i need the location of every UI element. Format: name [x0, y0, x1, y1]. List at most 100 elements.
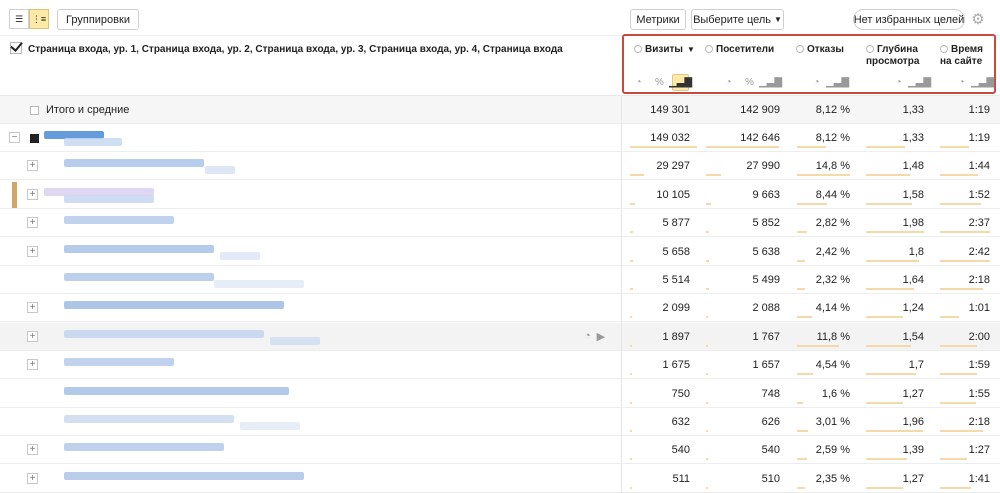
table-row[interactable]: +10 105 9 663 8,44 % 1,58 1:52: [0, 181, 1000, 209]
bar-depth: [866, 486, 903, 489]
pie-chart-icon[interactable]: ◔: [808, 74, 825, 91]
expand-icon[interactable]: +: [27, 359, 38, 371]
expand-icon[interactable]: +: [27, 302, 38, 314]
bar-visitors: [706, 146, 779, 148]
radio-icon[interactable]: [634, 45, 642, 53]
grouping-checkbox[interactable]: [10, 42, 22, 54]
totals-checkbox[interactable]: [30, 106, 39, 115]
redacted-label: [270, 336, 320, 345]
table-row[interactable]: +5 877 5 852 2,82 % 1,98 2:37: [0, 209, 1000, 238]
bar-time: [940, 146, 969, 148]
pie-chart-icon[interactable]: ◔: [953, 74, 970, 91]
cell-visits: 5 877: [662, 217, 690, 230]
percent-icon[interactable]: %: [651, 74, 668, 91]
expand-icon[interactable]: +: [27, 160, 38, 172]
radio-icon[interactable]: [796, 45, 804, 53]
column-bounce-label: Отказы: [807, 44, 844, 55]
table-row[interactable]: +1 675 1 657 4,54 % 1,7 1:59: [0, 351, 1000, 380]
cell-time: 1:01: [968, 302, 990, 315]
bar-time: [940, 373, 977, 376]
drag-handle[interactable]: [12, 181, 17, 208]
cell-visits: 2 099: [662, 302, 690, 315]
bar-bounce: [797, 458, 807, 461]
cell-visits: 10 105: [656, 188, 690, 201]
cell-time: 2:42: [968, 245, 990, 258]
cell-time: 1:59: [968, 359, 990, 372]
expand-icon[interactable]: +: [27, 217, 38, 229]
list-view-button[interactable]: ☰: [9, 9, 29, 29]
bar-visits: [630, 430, 632, 432]
table-row[interactable]: +5 658 5 638 2,42 % 1,8 2:42: [0, 238, 1000, 266]
bar-chart-icon[interactable]: ▁▃▇: [908, 74, 931, 91]
table-row[interactable]: 5 514 5 499 2,32 % 1,64 2:18: [0, 266, 1000, 294]
bar-visitors: [706, 344, 708, 347]
bar-time: [940, 231, 990, 234]
redacted-label: [64, 273, 214, 281]
bar-chart-icon[interactable]: ▁▃▇: [669, 74, 692, 91]
bar-chart-icon[interactable]: ▁▃▇: [826, 74, 849, 91]
table-row[interactable]: 632 626 3,01 % 1,96 2:18: [0, 408, 1000, 436]
redacted-label: [64, 301, 284, 310]
pie-chart-icon[interactable]: ◔: [890, 74, 907, 91]
column-time[interactable]: Время на сайте: [940, 44, 983, 68]
cell-time: 1:52: [968, 188, 990, 201]
favorite-goals-button[interactable]: Нет избранных целей: [853, 9, 965, 30]
goal-select[interactable]: Выберите цель ▼: [691, 9, 784, 30]
cell-bounce: 2,32 %: [815, 274, 850, 286]
redacted-label: [64, 386, 289, 395]
table-row[interactable]: +2 099 2 088 4,14 % 1,24 1:01: [0, 294, 1000, 323]
pie-chart-icon[interactable]: ◔: [584, 330, 591, 343]
cell-visitors: 27 990: [746, 160, 780, 173]
redacted-label: [64, 358, 174, 367]
cell-bounce: 11,8 %: [816, 330, 850, 343]
column-depth[interactable]: Глубина просмотра: [866, 44, 919, 68]
column-visits[interactable]: Визиты ▼: [634, 44, 695, 56]
column-time-label-2: на сайте: [940, 56, 983, 67]
column-visitors[interactable]: Посетители: [705, 44, 774, 56]
table-row[interactable]: +29 297 27 990 14,8 % 1,48 1:44: [0, 152, 1000, 181]
redacted-label: [64, 216, 174, 225]
column-depth-label-1: Глубина: [877, 44, 918, 55]
groupings-button[interactable]: Группировки: [57, 9, 139, 30]
cell-bounce: 8,44 %: [815, 188, 850, 201]
cell-depth: 1,7: [908, 359, 924, 372]
list-icon: ☰: [14, 13, 24, 24]
bar-time: [940, 401, 976, 404]
cell-bounce: 2,59 %: [815, 444, 850, 457]
expand-icon[interactable]: +: [27, 472, 38, 484]
redacted-label: [214, 280, 304, 288]
table-row[interactable]: 750 748 1,6 % 1,27 1:55: [0, 380, 1000, 408]
bar-bounce: [797, 373, 813, 376]
bar-bounce: [797, 288, 805, 290]
radio-icon[interactable]: [940, 45, 948, 53]
expand-icon[interactable]: +: [27, 444, 38, 456]
bar-chart-icon[interactable]: ▁▃▇: [971, 74, 994, 91]
bounce-chart-toggles: ◔ ▁▃▇: [808, 74, 849, 91]
pie-chart-icon[interactable]: ◔: [630, 74, 647, 91]
tree-view-button[interactable]: ⋮≡: [29, 9, 49, 29]
radio-icon[interactable]: [866, 45, 874, 53]
table-row[interactable]: + ◔ ▶ 1 897 1 767 11,8 % 1,54 2:00: [0, 322, 1000, 351]
expand-icon[interactable]: +: [27, 245, 38, 257]
cell-visitors: 1 657: [752, 359, 780, 372]
table-row[interactable]: +511 510 2,35 % 1,27 1:41: [0, 465, 1000, 493]
metrics-button[interactable]: Метрики: [630, 9, 686, 30]
collapse-icon[interactable]: −: [9, 132, 20, 143]
goal-select-label: Выберите цель: [693, 13, 772, 26]
expand-icon[interactable]: +: [27, 330, 38, 342]
bar-chart-icon[interactable]: ▁▃▇: [759, 74, 782, 91]
bar-depth: [866, 202, 912, 205]
radio-icon[interactable]: [705, 45, 713, 53]
cell-depth: 1,24: [902, 302, 924, 315]
column-bounce[interactable]: Отказы: [796, 44, 844, 56]
table-row[interactable]: − 149 032 142 646 8,12 % 1,33 1:19: [0, 124, 1000, 152]
gear-icon[interactable]: ⚙: [970, 12, 986, 28]
table-row[interactable]: +540 540 2,59 % 1,39 1:27: [0, 436, 1000, 465]
totals-bounce: 8,12 %: [815, 104, 850, 116]
expand-icon[interactable]: +: [27, 188, 38, 200]
percent-icon[interactable]: %: [741, 74, 758, 91]
pie-chart-icon[interactable]: ◔: [720, 74, 737, 91]
play-icon[interactable]: ▶: [597, 330, 605, 343]
row-checkbox[interactable]: [30, 134, 39, 143]
bar-bounce: [797, 174, 850, 177]
